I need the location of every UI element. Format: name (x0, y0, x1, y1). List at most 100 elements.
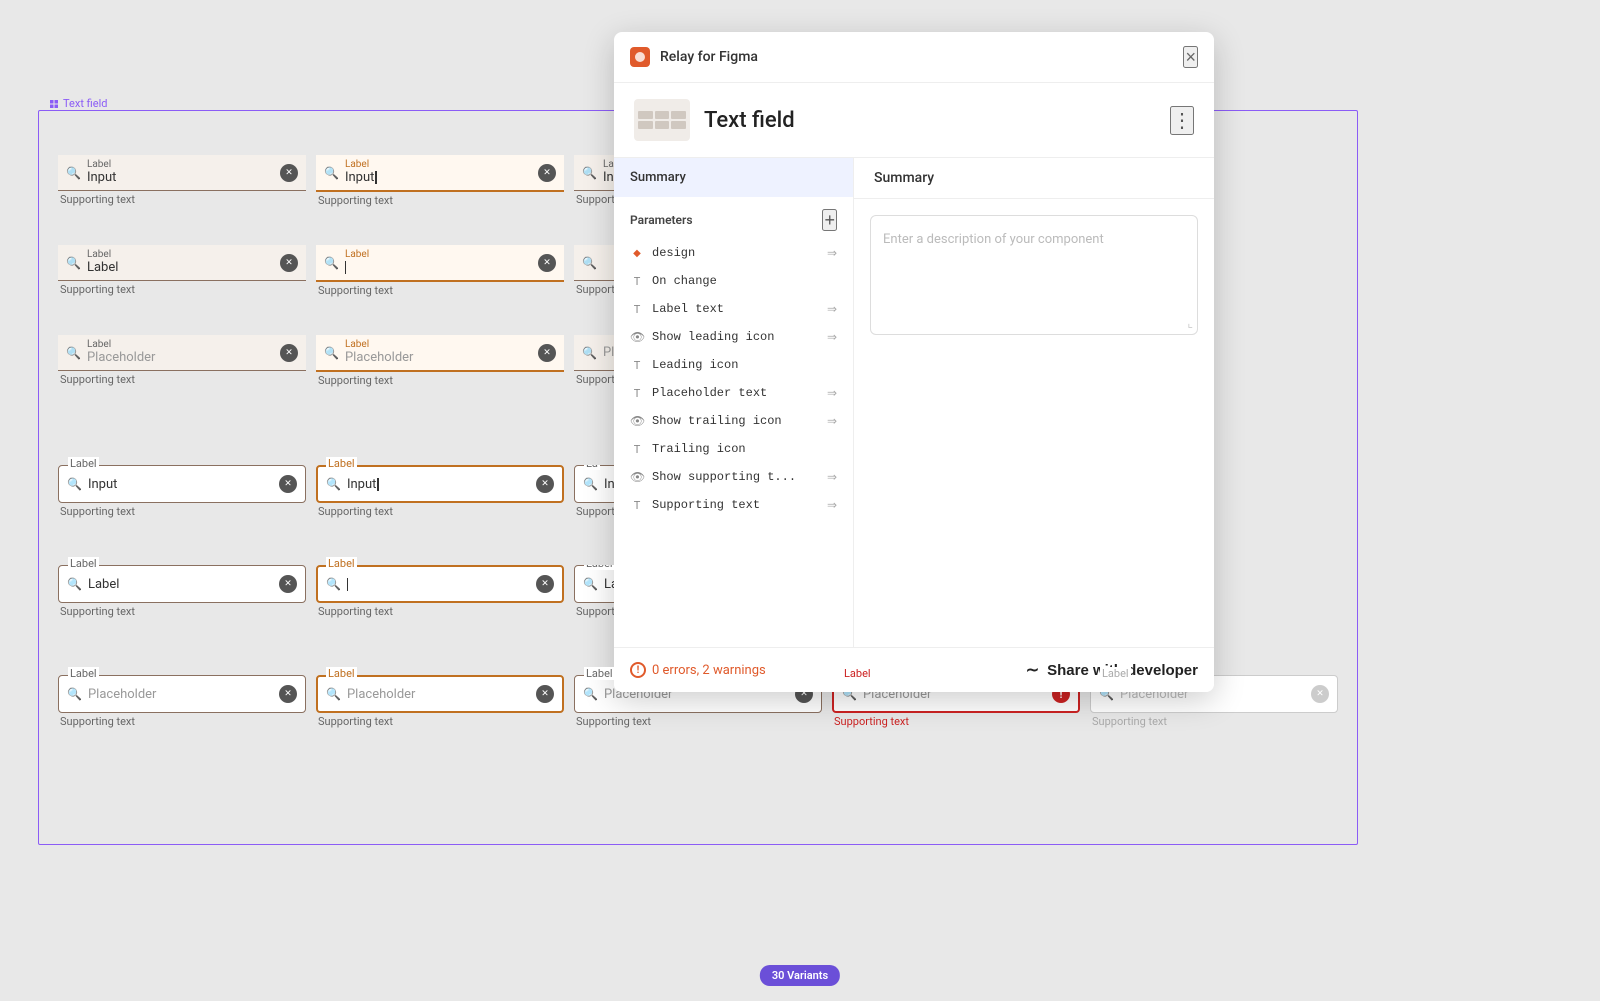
field-floating-label: Label (842, 667, 873, 680)
param-arrow: ⇒ (827, 414, 837, 428)
summary-tab[interactable]: Summary (614, 158, 853, 197)
field-placeholder: Placeholder (87, 350, 274, 365)
clear-button[interactable]: ✕ (538, 254, 556, 272)
tf-input[interactable]: 🔍 Placeholder ✕ (58, 675, 306, 713)
close-panel-button[interactable]: × (1183, 46, 1198, 68)
tf-input[interactable]: 🔍 Label Input ✕ (316, 155, 564, 192)
field-label: Label (345, 160, 532, 170)
param-item-supportingtext[interactable]: T Supporting text ⇒ (614, 491, 853, 519)
field-value: Label (87, 260, 274, 275)
type-icon: T (630, 275, 644, 288)
cursor-indicator (377, 478, 379, 491)
tf-input[interactable]: 🔍 ✕ (316, 565, 564, 603)
param-item-showtrailing[interactable]: 👁 Show trailing icon ⇒ (614, 407, 853, 435)
tf-input[interactable]: 🔍 Input ✕ (58, 465, 306, 503)
tf-component: 🔍 Label Label ✕ Supporting text (58, 245, 306, 296)
supporting-text: Supporting text (576, 715, 822, 728)
param-arrow: ⇒ (827, 246, 837, 260)
frame-label: Text field (45, 97, 111, 110)
search-icon: 🔍 (324, 166, 339, 180)
field-value (345, 260, 532, 275)
field-floating-label: Label (68, 457, 99, 470)
clear-button[interactable]: ✕ (279, 475, 297, 493)
search-icon: 🔍 (67, 477, 82, 491)
field-label: Label (87, 250, 274, 260)
field-label: Label (345, 250, 532, 260)
errors-indicator: ! 0 errors, 2 warnings (630, 662, 766, 678)
tf-input[interactable]: 🔍 Label Label ✕ (58, 245, 306, 281)
supporting-text: Supporting text (60, 605, 306, 618)
search-icon: 🔍 (583, 577, 598, 591)
param-name-onchange: On change (652, 274, 837, 288)
component-name: Text field (704, 108, 1156, 133)
param-arrow: ⇒ (827, 498, 837, 512)
clear-button[interactable]: ✕ (538, 164, 556, 182)
clear-button[interactable]: ✕ (280, 344, 298, 362)
tf-outlined-wrapper: Label 🔍 Input ✕ (58, 465, 306, 503)
tf-outlined-wrapper: Label 🔍 Label ✕ (58, 565, 306, 603)
type-icon: T (630, 359, 644, 372)
param-item-labeltext[interactable]: T Label text ⇒ (614, 295, 853, 323)
tf-input[interactable]: 🔍 Label Placeholder ✕ (58, 335, 306, 371)
type-icon: T (630, 387, 644, 400)
thumb-item (655, 111, 670, 119)
param-item-trailingicon[interactable]: T Trailing icon (614, 435, 853, 463)
tf-input[interactable]: 🔍 Label ✕ (316, 245, 564, 282)
clear-button[interactable]: ✕ (280, 164, 298, 182)
supporting-text: Supporting text (318, 194, 564, 207)
clear-button[interactable]: ✕ (538, 344, 556, 362)
field-value (347, 577, 530, 592)
search-icon: 🔍 (324, 346, 339, 360)
tf-input[interactable]: 🔍 Label Input ✕ (58, 155, 306, 191)
param-item-design[interactable]: ◆ design ⇒ (614, 239, 853, 267)
param-item-leadingicon[interactable]: T Leading icon (614, 351, 853, 379)
tf-input[interactable]: 🔍 Label Placeholder ✕ (316, 335, 564, 372)
tf-component: 🔍 Label Placeholder ✕ Supporting text (58, 335, 306, 386)
tf-input[interactable]: 🔍 Label ✕ (58, 565, 306, 603)
supporting-text: Supporting text (60, 373, 306, 386)
param-item-showleading[interactable]: 👁 Show leading icon ⇒ (614, 323, 853, 351)
field-floating-label: Label (326, 557, 357, 570)
panel-body: Summary Parameters + ◆ design ⇒ T (614, 158, 1214, 647)
clear-button[interactable]: ✕ (536, 475, 554, 493)
clear-button[interactable]: ✕ (279, 575, 297, 593)
description-area[interactable]: Enter a description of your component ⌞ (870, 215, 1198, 335)
clear-button[interactable]: ✕ (536, 685, 554, 703)
supporting-text: Supporting text (60, 193, 306, 206)
field-value: Input (87, 170, 274, 185)
clear-button[interactable]: ✕ (279, 685, 297, 703)
field-placeholder: Placeholder (345, 350, 532, 365)
tf-input[interactable]: 🔍 Placeholder ✕ (316, 675, 564, 713)
supporting-text: Supporting text (318, 374, 564, 387)
tf-outlined-wrapper: Label 🔍 Input ✕ (316, 465, 564, 503)
more-options-button[interactable]: ⋮ (1170, 106, 1194, 135)
search-icon: 🔍 (66, 346, 81, 360)
search-icon: 🔍 (582, 346, 597, 360)
param-item-onchange[interactable]: T On change (614, 267, 853, 295)
tf-component: Label 🔍 Placeholder ✕ Supporting text (316, 675, 564, 728)
field-label: Label (345, 340, 532, 350)
param-item-placeholder[interactable]: T Placeholder text ⇒ (614, 379, 853, 407)
clear-button[interactable]: ✕ (536, 575, 554, 593)
param-name-showsupporting: Show supporting t... (652, 470, 819, 484)
thumb-item (671, 121, 686, 129)
type-icon: T (630, 499, 644, 512)
clear-button[interactable]: ✕ (280, 254, 298, 272)
canvas: Text field 🔍 Label Input ✕ Supporting te… (0, 0, 1600, 1001)
component-header: Text field ⋮ (614, 83, 1214, 158)
param-name-supportingtext: Supporting text (652, 498, 819, 512)
tf-component: Label 🔍 Placeholder ✕ Supporting text (58, 675, 306, 728)
search-icon: 🔍 (326, 577, 341, 591)
param-item-showsupporting[interactable]: 👁 Show supporting t... ⇒ (614, 463, 853, 491)
supporting-text: Supporting text (318, 505, 564, 518)
share-icon: ∼ (1026, 660, 1039, 680)
field-floating-label: Label (326, 667, 357, 680)
supporting-text: Supporting text (60, 715, 306, 728)
clear-button-disabled: ✕ (1311, 685, 1329, 703)
tf-component: Label 🔍 ✕ Supporting text (316, 565, 564, 618)
tf-component: 🔍 Label Placeholder ✕ Supporting text (316, 335, 564, 387)
supporting-text-error: Supporting text (834, 715, 1080, 728)
tf-input[interactable]: 🔍 Input ✕ (316, 465, 564, 503)
relay-logo-svg (634, 51, 646, 63)
add-parameter-button[interactable]: + (822, 209, 837, 231)
